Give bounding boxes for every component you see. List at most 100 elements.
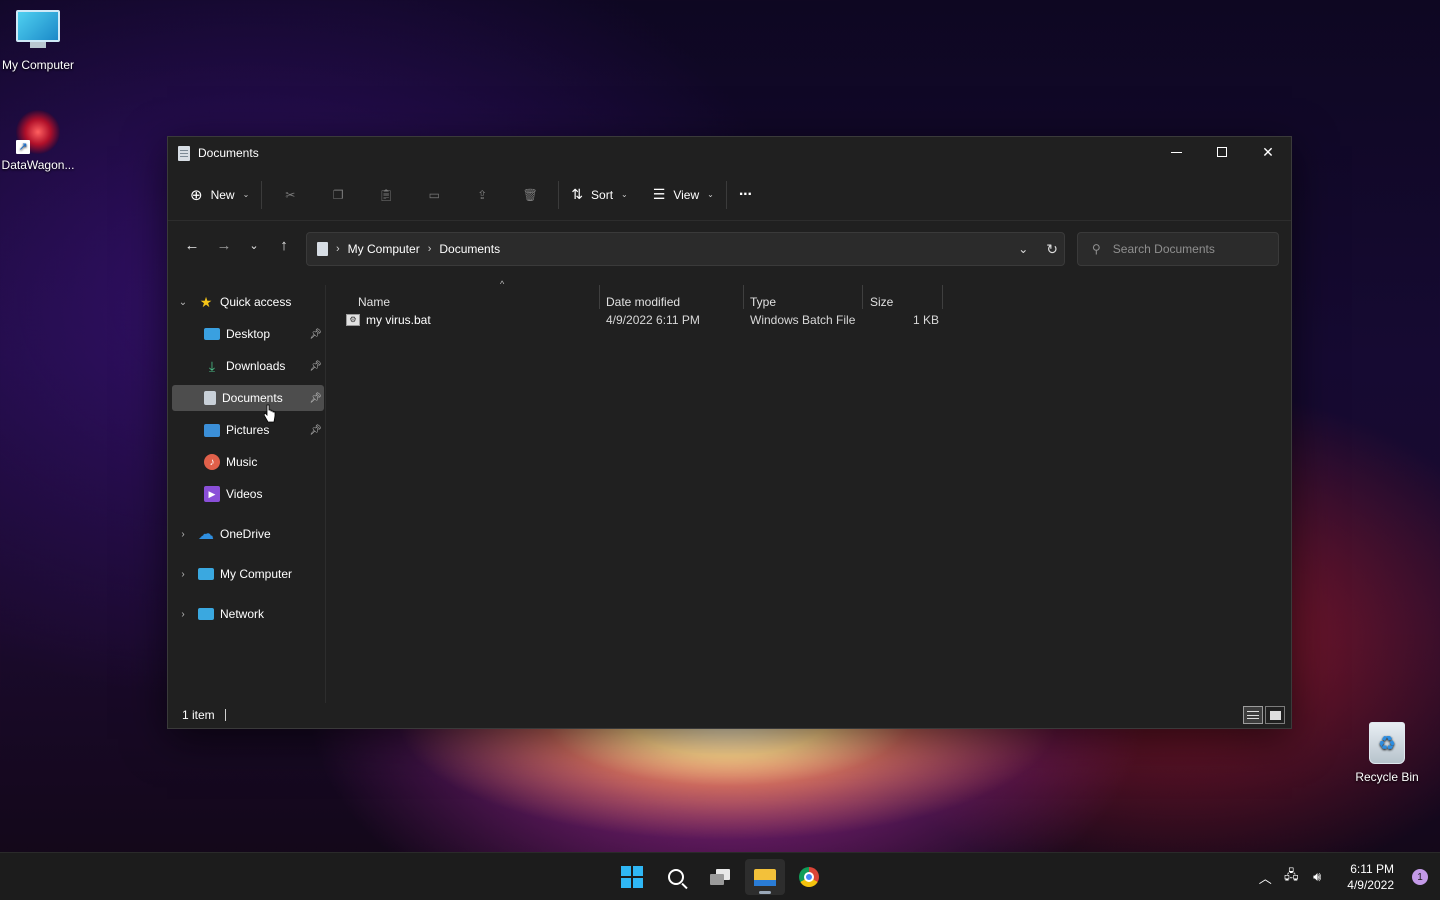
chevron-down-icon[interactable]: ⌄ [176,297,190,308]
search-icon: ⚲ [1092,242,1101,256]
copy-button[interactable]: ❐ [314,179,362,211]
toolbar-divider [640,181,641,209]
clock[interactable]: 6:11 PM 4/9/2022 [1347,861,1394,893]
batch-file-icon: ⚙ [346,314,360,326]
column-divider[interactable] [942,285,943,309]
file-name-cell[interactable]: ⚙ my virus.bat [346,309,431,331]
search-box[interactable]: ⚲ Search Documents [1077,232,1279,266]
breadcrumb-documents[interactable]: Documents [439,242,500,256]
star-icon: ★ [199,293,213,310]
toolbar-divider [261,180,263,209]
close-button[interactable]: ✕ [1245,137,1291,167]
search-placeholder: Search Documents [1112,242,1215,256]
desktop-icon [204,328,220,340]
desktop-icon-my-computer[interactable]: My Computer [0,10,76,72]
sidebar-item-label: Pictures [226,423,270,437]
sidebar-item-music[interactable]: ♪ Music [172,449,324,475]
sidebar-item-label: Desktop [226,327,271,341]
rename-icon: ▭ [428,187,440,202]
cloud-icon: ☁ [198,526,214,543]
recent-locations-button[interactable]: ⌄ [240,230,268,260]
sidebar-item-label: Downloads [226,359,286,373]
address-history-button[interactable]: ⌄ [1018,242,1028,256]
chrome-button[interactable] [789,859,829,895]
close-icon: ✕ [1262,143,1274,160]
item-count: 1 item [182,708,215,722]
delete-button[interactable]: 🗑︎ [506,179,554,211]
sidebar-item-label: My Computer [220,567,293,581]
hand-cursor-icon [264,404,276,423]
details-view-toggle[interactable] [1243,706,1263,724]
pin-icon: 📌︎ [309,424,322,436]
column-divider[interactable] [743,285,744,309]
desktop-icon-recycle-bin[interactable]: Recycle Bin [1349,722,1425,784]
column-header-label: Date modified [606,295,681,309]
refresh-button[interactable]: ↻ [1046,241,1058,258]
sidebar-item-label: Music [226,455,258,469]
maximize-button[interactable] [1199,137,1245,167]
chevron-right-icon[interactable]: › [176,529,190,540]
sidebar-item-downloads[interactable]: ⤓ Downloads 📌︎ [172,353,324,379]
document-icon [178,145,190,161]
column-divider[interactable] [599,285,600,309]
sidebar-item-desktop[interactable]: Desktop 📌︎ [172,321,324,347]
see-more-button[interactable]: ··· [731,179,760,211]
volume-icon[interactable]: 🔊︎ [1305,869,1329,885]
file-explorer-button[interactable] [745,859,785,895]
back-button[interactable]: ← [176,230,208,260]
title-bar[interactable]: Documents ✕ [168,137,1291,169]
network-status-icon[interactable]: 🖧︎ [1279,866,1303,888]
clock-time: 6:11 PM [1350,862,1394,876]
task-view-button[interactable] [700,859,740,895]
taskbar: ︿ 🖧︎ 🔊︎ 6:11 PM 4/9/2022 1 [0,852,1440,900]
breadcrumb-my-computer[interactable]: My Computer [348,242,420,256]
toolbar-divider [725,180,727,209]
share-button[interactable]: ⇪ [458,179,506,211]
sidebar-item-onedrive[interactable]: › ☁ OneDrive [176,521,324,547]
table-row[interactable]: ⚙ my virus.bat 4/9/2022 6:11 PM Windows … [328,309,948,331]
minimize-button[interactable] [1153,137,1199,167]
desktop-icon-label: DataWagon... [1,158,75,172]
column-divider[interactable] [862,285,863,309]
music-icon: ♪ [204,454,220,470]
file-list: Name ^ Date modified Type Size ⚙ my viru… [328,279,1291,703]
sidebar-item-quick-access[interactable]: ⌄ ★ Quick access [176,289,324,315]
file-name: my virus.bat [366,313,431,327]
up-button[interactable]: ↑ [268,230,300,260]
clipboard-icon: 📋︎ [378,187,394,202]
more-icon: ··· [738,185,753,203]
sidebar-item-label: OneDrive [220,527,271,541]
sort-button[interactable]: ⇅ Sort ⌄ [563,179,635,211]
chevron-right-icon[interactable]: › [176,569,190,580]
new-button-label: New [210,187,235,202]
chevron-down-icon: ⌄ [707,190,714,199]
view-button-label: View [673,187,700,202]
clock-date: 4/9/2022 [1347,878,1394,892]
sidebar-item-documents[interactable]: Documents 📌︎ [172,385,324,411]
notification-badge[interactable]: 1 [1412,869,1428,885]
rename-button[interactable]: ▭ [410,179,458,211]
network-icon [198,608,214,620]
sidebar-item-pictures[interactable]: Pictures 📌︎ [172,417,324,443]
command-bar: ⊕ New ⌄ ✂ ❐ 📋︎ ▭ ⇪ 🗑︎ ⇅ Sort ⌄ ☰ View ⌄ … [168,169,1291,221]
address-bar[interactable]: › My Computer › Documents ⌄ ↻ [306,232,1065,266]
cut-button[interactable]: ✂ [266,179,314,211]
new-button[interactable]: ⊕ New ⌄ [182,179,257,211]
desktop-icon-datawagon[interactable]: ↗ DataWagon... [0,110,76,172]
chevron-right-icon[interactable]: › [176,609,190,620]
sidebar-item-network[interactable]: › Network [176,601,324,627]
chevron-down-icon: ⌄ [249,239,259,252]
chevron-down-icon: ⌄ [621,190,628,199]
window-title: Documents [198,146,259,160]
navigation-pane: ⌄ ★ Quick access Desktop 📌︎ ⤓ Downloads … [168,285,326,703]
show-hidden-icons-button[interactable]: ︿ [1253,868,1277,887]
start-button[interactable] [612,859,652,895]
forward-button[interactable]: → [208,230,240,260]
view-button[interactable]: ☰ View ⌄ [645,179,722,211]
paste-button[interactable]: 📋︎ [362,179,410,211]
sidebar-item-my-computer[interactable]: › My Computer [176,561,324,587]
large-icons-view-toggle[interactable] [1265,706,1285,724]
sidebar-item-label: Videos [226,487,263,501]
sidebar-item-videos[interactable]: ▶ Videos [172,481,324,507]
search-button[interactable] [656,859,696,895]
